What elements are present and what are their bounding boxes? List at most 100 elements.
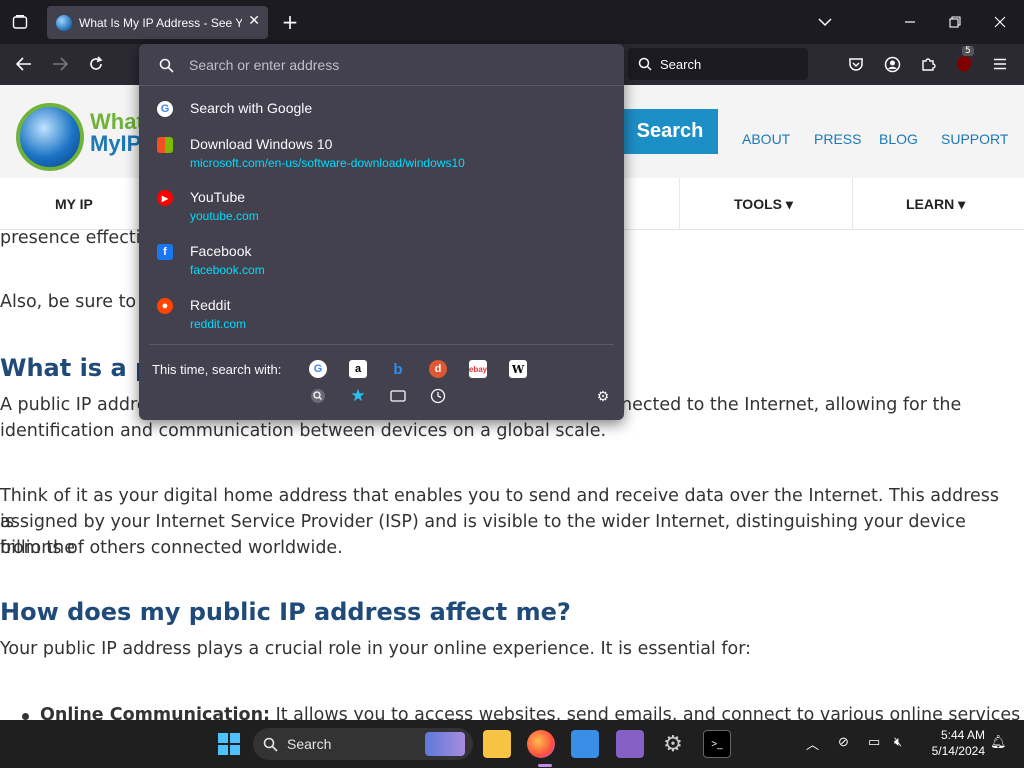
- tab-title: What Is My IP Address - See Yo: [79, 15, 242, 30]
- google-engine-icon[interactable]: G: [309, 360, 327, 378]
- active-tab[interactable]: What Is My IP Address - See Yo ✕: [47, 6, 268, 39]
- paragraph-fragment: Also, be sure to r: [0, 292, 149, 312]
- paragraph-fragment: A public IP addre: [0, 395, 148, 415]
- site-logo-icon[interactable]: [16, 103, 84, 171]
- nav-link-blog[interactable]: BLOG: [879, 131, 918, 147]
- taskbar-search[interactable]: Search: [253, 728, 473, 760]
- nav-link-press[interactable]: PRESS: [814, 131, 861, 147]
- paragraph-line: identification and communication between…: [0, 421, 607, 441]
- account-icon[interactable]: [880, 52, 904, 76]
- bing-engine-icon[interactable]: b: [389, 360, 407, 378]
- list-item-text: It allows you to access websites, send e…: [270, 705, 1024, 720]
- one-time-search-label: This time, search with:: [152, 362, 282, 377]
- search-highlight-icon: [425, 732, 465, 756]
- paragraph-line: billions of others connected worldwide.: [0, 538, 343, 558]
- toolbar-search-box[interactable]: Search: [628, 48, 808, 80]
- toolbar-search-placeholder: Search: [660, 56, 702, 72]
- network-icon[interactable]: ⊘: [838, 734, 849, 750]
- google-icon: G: [157, 101, 173, 117]
- visual-studio-icon[interactable]: [616, 730, 644, 758]
- suggestion-title: Reddit: [190, 297, 231, 313]
- dropdown-divider: [149, 344, 614, 345]
- tray-chevron-icon[interactable]: ︿: [806, 734, 819, 753]
- tab-manager-icon[interactable]: [10, 12, 30, 32]
- search-icon[interactable]: [309, 387, 327, 405]
- wikipedia-engine-icon[interactable]: W: [509, 360, 527, 378]
- pocket-icon[interactable]: [844, 52, 868, 76]
- taskbar-search-label: Search: [287, 736, 332, 752]
- menu-item-learn[interactable]: LEARN ▾: [906, 196, 965, 213]
- section-heading: How does my public IP address affect me?: [0, 598, 571, 626]
- browser-titlebar: What Is My IP Address - See Yo ✕ +: [0, 0, 1024, 44]
- facebook-icon: f: [157, 244, 173, 260]
- forward-arrow-icon[interactable]: [48, 52, 72, 76]
- list-bullet: [22, 713, 29, 720]
- extensions-puzzle-icon[interactable]: [916, 52, 940, 76]
- ebay-engine-icon[interactable]: ebay: [469, 360, 487, 378]
- windows-start-icon[interactable]: [215, 730, 243, 758]
- site-search-button[interactable]: Search: [622, 109, 718, 154]
- suggestion-url: youtube.com: [190, 209, 259, 223]
- list-item-bold: Online Communication:: [40, 705, 271, 720]
- suggestion-title: Download Windows 10: [190, 136, 333, 152]
- suggestion-url: facebook.com: [190, 263, 265, 277]
- dropdown-divider: [139, 85, 624, 86]
- menu-separator: [852, 178, 853, 230]
- suggestion-url: reddit.com: [190, 317, 247, 331]
- reddit-icon: ●: [157, 298, 173, 314]
- firefox-icon[interactable]: [527, 730, 555, 758]
- remote-desktop-icon[interactable]: [571, 730, 599, 758]
- search-icon: [638, 57, 652, 71]
- list-item: Online Communication: It allows you to a…: [40, 702, 1024, 720]
- app-menu-icon[interactable]: [988, 52, 1012, 76]
- clock-time: 5:44 AM: [940, 728, 985, 742]
- taskbar-clock[interactable]: 5:44 AM 5/14/2024: [925, 727, 985, 759]
- suggestion-title: Search with Google: [190, 100, 313, 116]
- display-icon[interactable]: ▭: [868, 734, 880, 750]
- clock-date: 5/14/2024: [931, 744, 985, 758]
- notification-bell-icon[interactable]: 🔔︎: [990, 734, 1007, 750]
- menu-item-tools[interactable]: TOOLS ▾: [734, 196, 793, 213]
- terminal-icon[interactable]: >_: [703, 730, 731, 758]
- paragraph-fragment: presence effectiv: [0, 228, 151, 248]
- close-tab-icon[interactable]: ✕: [248, 13, 260, 29]
- minimize-icon[interactable]: [900, 12, 920, 32]
- search-icon: [263, 737, 278, 752]
- nav-link-about[interactable]: ABOUT: [742, 131, 790, 147]
- site-logo-text[interactable]: What MyIP: [90, 111, 144, 155]
- bookmarks-star-icon[interactable]: ★: [349, 386, 367, 405]
- suggestion-title: Facebook: [190, 243, 252, 259]
- amazon-engine-icon[interactable]: a: [349, 360, 367, 378]
- search-settings-gear-icon[interactable]: ⚙: [594, 387, 612, 405]
- menu-separator: [679, 178, 680, 230]
- restore-icon[interactable]: [945, 12, 965, 32]
- logo-text-line-1: What: [90, 109, 144, 134]
- history-clock-icon[interactable]: [429, 387, 447, 405]
- url-bar-dropdown: Search or enter address G Search with Go…: [139, 44, 624, 420]
- settings-gear-icon[interactable]: ⚙: [659, 730, 687, 758]
- paragraph-line: Your public IP address plays a crucial r…: [0, 639, 751, 659]
- duckduckgo-engine-icon[interactable]: d: [429, 360, 447, 378]
- file-explorer-icon[interactable]: [483, 730, 511, 758]
- reload-icon[interactable]: [84, 52, 108, 76]
- logo-text-line-2: MyIP: [90, 131, 142, 156]
- nav-link-support[interactable]: SUPPORT: [941, 131, 1008, 147]
- volume-muted-icon[interactable]: 🔇︎: [894, 734, 902, 750]
- ublock-origin-icon[interactable]: 5: [952, 46, 976, 76]
- suggestion-title: YouTube: [190, 189, 246, 205]
- suggestion-url: microsoft.com/en-us/software-download/wi…: [190, 156, 465, 170]
- windows-icon: [157, 137, 173, 153]
- new-tab-icon[interactable]: +: [280, 10, 300, 34]
- url-input-placeholder: Search or enter address: [189, 57, 340, 73]
- list-all-tabs-chevron-icon[interactable]: [815, 12, 835, 32]
- youtube-icon: ▶: [157, 190, 173, 206]
- url-input[interactable]: Search or enter address: [149, 50, 614, 80]
- menu-item-my-ip[interactable]: MY IP: [55, 196, 93, 212]
- extension-badge: 5: [962, 46, 974, 56]
- back-arrow-icon[interactable]: [12, 52, 36, 76]
- windows-taskbar: Search ⚙ >_ ︿ ⊘ ▭ 🔇︎ 5:44 AM 5/14/2024 🔔…: [0, 720, 1024, 768]
- paragraph-fragment: nected to the Internet, allowing for the: [621, 395, 962, 415]
- close-window-icon[interactable]: [990, 12, 1010, 32]
- globe-favicon-icon: [56, 14, 72, 31]
- tabs-icon[interactable]: [389, 387, 407, 405]
